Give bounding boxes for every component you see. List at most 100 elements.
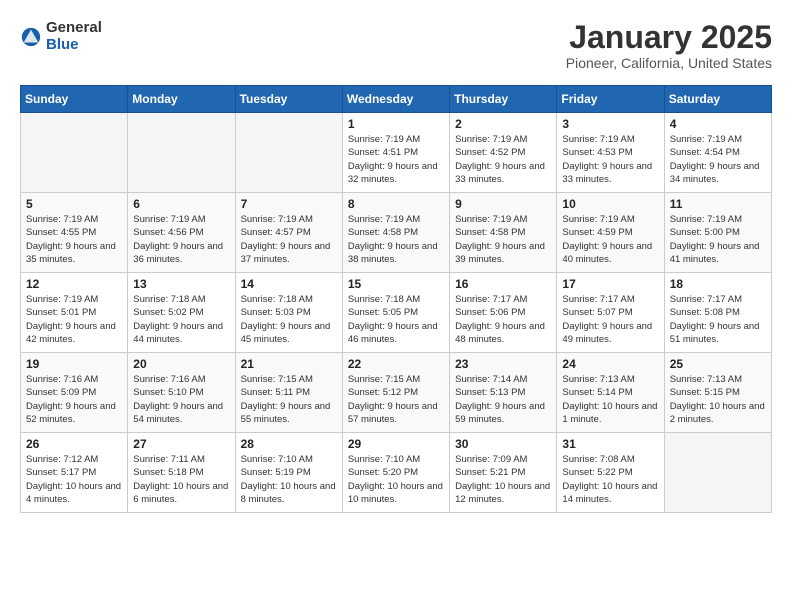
day-info: Sunrise: 7:08 AM Sunset: 5:22 PM Dayligh… [562, 453, 658, 506]
calendar-cell: 10 Sunrise: 7:19 AM Sunset: 4:59 PM Dayli… [557, 193, 664, 273]
day-number: 4 [670, 117, 766, 131]
day-info: Sunrise: 7:19 AM Sunset: 4:58 PM Dayligh… [348, 213, 444, 266]
day-number: 27 [133, 437, 229, 451]
day-info: Sunrise: 7:16 AM Sunset: 5:09 PM Dayligh… [26, 373, 122, 426]
calendar-cell: 15 Sunrise: 7:18 AM Sunset: 5:05 PM Dayli… [342, 273, 449, 353]
calendar-week-row: 5 Sunrise: 7:19 AM Sunset: 4:55 PM Daylig… [21, 193, 772, 273]
day-number: 7 [241, 197, 337, 211]
calendar-body: 1 Sunrise: 7:19 AM Sunset: 4:51 PM Daylig… [21, 113, 772, 513]
calendar-cell: 22 Sunrise: 7:15 AM Sunset: 5:12 PM Dayli… [342, 353, 449, 433]
day-info: Sunrise: 7:16 AM Sunset: 5:10 PM Dayligh… [133, 373, 229, 426]
calendar-title: January 2025 [566, 20, 772, 55]
day-number: 25 [670, 357, 766, 371]
day-info: Sunrise: 7:11 AM Sunset: 5:18 PM Dayligh… [133, 453, 229, 506]
calendar-header: SundayMondayTuesdayWednesdayThursdayFrid… [21, 86, 772, 113]
day-number: 9 [455, 197, 551, 211]
logo: General Blue [20, 20, 102, 53]
calendar-cell: 3 Sunrise: 7:19 AM Sunset: 4:53 PM Daylig… [557, 113, 664, 193]
calendar-cell: 27 Sunrise: 7:11 AM Sunset: 5:18 PM Dayli… [128, 433, 235, 513]
calendar-week-row: 1 Sunrise: 7:19 AM Sunset: 4:51 PM Daylig… [21, 113, 772, 193]
calendar-cell: 9 Sunrise: 7:19 AM Sunset: 4:58 PM Daylig… [450, 193, 557, 273]
day-info: Sunrise: 7:10 AM Sunset: 5:20 PM Dayligh… [348, 453, 444, 506]
day-number: 30 [455, 437, 551, 451]
day-number: 1 [348, 117, 444, 131]
calendar-cell: 4 Sunrise: 7:19 AM Sunset: 4:54 PM Daylig… [664, 113, 771, 193]
day-number: 3 [562, 117, 658, 131]
day-info: Sunrise: 7:19 AM Sunset: 4:53 PM Dayligh… [562, 133, 658, 186]
day-info: Sunrise: 7:15 AM Sunset: 5:11 PM Dayligh… [241, 373, 337, 426]
day-number: 17 [562, 277, 658, 291]
day-number: 16 [455, 277, 551, 291]
calendar-subtitle: Pioneer, California, United States [566, 55, 772, 71]
day-info: Sunrise: 7:10 AM Sunset: 5:19 PM Dayligh… [241, 453, 337, 506]
day-info: Sunrise: 7:15 AM Sunset: 5:12 PM Dayligh… [348, 373, 444, 426]
day-number: 15 [348, 277, 444, 291]
day-info: Sunrise: 7:19 AM Sunset: 4:51 PM Dayligh… [348, 133, 444, 186]
day-info: Sunrise: 7:19 AM Sunset: 4:58 PM Dayligh… [455, 213, 551, 266]
day-number: 24 [562, 357, 658, 371]
calendar-week-row: 12 Sunrise: 7:19 AM Sunset: 5:01 PM Dayli… [21, 273, 772, 353]
day-number: 18 [670, 277, 766, 291]
calendar-cell: 7Sunrise: 7:19 AM Sunset: 4:57 PM Daylig… [235, 193, 342, 273]
calendar-cell: 31Sunrise: 7:08 AM Sunset: 5:22 PM Dayli… [557, 433, 664, 513]
day-info: Sunrise: 7:13 AM Sunset: 5:15 PM Dayligh… [670, 373, 766, 426]
day-info: Sunrise: 7:19 AM Sunset: 4:59 PM Dayligh… [562, 213, 658, 266]
calendar-page: General Blue January 2025 Pioneer, Calif… [0, 0, 792, 523]
calendar-cell: 17Sunrise: 7:17 AM Sunset: 5:07 PM Dayli… [557, 273, 664, 353]
day-info: Sunrise: 7:09 AM Sunset: 5:21 PM Dayligh… [455, 453, 551, 506]
day-info: Sunrise: 7:18 AM Sunset: 5:03 PM Dayligh… [241, 293, 337, 346]
day-of-week-header: Saturday [664, 86, 771, 113]
day-info: Sunrise: 7:18 AM Sunset: 5:02 PM Dayligh… [133, 293, 229, 346]
calendar-cell [128, 113, 235, 193]
day-number: 12 [26, 277, 122, 291]
calendar-cell: 29 Sunrise: 7:10 AM Sunset: 5:20 PM Dayli… [342, 433, 449, 513]
day-of-week-header: Wednesday [342, 86, 449, 113]
calendar-cell: 19 Sunrise: 7:16 AM Sunset: 5:09 PM Dayli… [21, 353, 128, 433]
calendar-cell: 30 Sunrise: 7:09 AM Sunset: 5:21 PM Dayli… [450, 433, 557, 513]
calendar-cell: 8Sunrise: 7:19 AM Sunset: 4:58 PM Daylig… [342, 193, 449, 273]
calendar-cell: 28 Sunrise: 7:10 AM Sunset: 5:19 PM Dayli… [235, 433, 342, 513]
day-number: 2 [455, 117, 551, 131]
day-of-week-header: Sunday [21, 86, 128, 113]
calendar-cell: 23Sunrise: 7:14 AM Sunset: 5:13 PM Dayli… [450, 353, 557, 433]
day-of-week-header: Monday [128, 86, 235, 113]
calendar-cell: 18 Sunrise: 7:17 AM Sunset: 5:08 PM Dayli… [664, 273, 771, 353]
day-number: 14 [241, 277, 337, 291]
day-info: Sunrise: 7:19 AM Sunset: 4:52 PM Dayligh… [455, 133, 551, 186]
calendar-cell: 11 Sunrise: 7:19 AM Sunset: 5:00 PM Dayli… [664, 193, 771, 273]
day-number: 28 [241, 437, 337, 451]
day-info: Sunrise: 7:19 AM Sunset: 4:55 PM Dayligh… [26, 213, 122, 266]
day-number: 19 [26, 357, 122, 371]
logo-general: General [46, 20, 102, 37]
calendar-week-row: 19 Sunrise: 7:16 AM Sunset: 5:09 PM Dayli… [21, 353, 772, 433]
day-info: Sunrise: 7:19 AM Sunset: 5:00 PM Dayligh… [670, 213, 766, 266]
day-info: Sunrise: 7:17 AM Sunset: 5:08 PM Dayligh… [670, 293, 766, 346]
calendar-cell [235, 113, 342, 193]
calendar-week-row: 26 Sunrise: 7:12 AM Sunset: 5:17 PM Dayli… [21, 433, 772, 513]
day-number: 22 [348, 357, 444, 371]
day-number: 26 [26, 437, 122, 451]
calendar-cell [664, 433, 771, 513]
calendar-cell: 14 Sunrise: 7:18 AM Sunset: 5:03 PM Dayli… [235, 273, 342, 353]
calendar-cell: 24Sunrise: 7:13 AM Sunset: 5:14 PM Dayli… [557, 353, 664, 433]
day-info: Sunrise: 7:19 AM Sunset: 4:54 PM Dayligh… [670, 133, 766, 186]
day-number: 21 [241, 357, 337, 371]
calendar-cell: 13 Sunrise: 7:18 AM Sunset: 5:02 PM Dayli… [128, 273, 235, 353]
day-info: Sunrise: 7:17 AM Sunset: 5:06 PM Dayligh… [455, 293, 551, 346]
day-number: 10 [562, 197, 658, 211]
day-info: Sunrise: 7:19 AM Sunset: 5:01 PM Dayligh… [26, 293, 122, 346]
calendar-cell: 1 Sunrise: 7:19 AM Sunset: 4:51 PM Daylig… [342, 113, 449, 193]
title-area: January 2025 Pioneer, California, United… [566, 20, 772, 71]
logo-text: General Blue [46, 20, 102, 53]
day-number: 13 [133, 277, 229, 291]
calendar-cell: 12 Sunrise: 7:19 AM Sunset: 5:01 PM Dayli… [21, 273, 128, 353]
day-info: Sunrise: 7:18 AM Sunset: 5:05 PM Dayligh… [348, 293, 444, 346]
day-number: 29 [348, 437, 444, 451]
calendar-cell: 20 Sunrise: 7:16 AM Sunset: 5:10 PM Dayli… [128, 353, 235, 433]
day-number: 5 [26, 197, 122, 211]
day-number: 11 [670, 197, 766, 211]
day-info: Sunrise: 7:12 AM Sunset: 5:17 PM Dayligh… [26, 453, 122, 506]
day-of-week-header: Tuesday [235, 86, 342, 113]
calendar-cell: 6Sunrise: 7:19 AM Sunset: 4:56 PM Daylig… [128, 193, 235, 273]
day-number: 20 [133, 357, 229, 371]
